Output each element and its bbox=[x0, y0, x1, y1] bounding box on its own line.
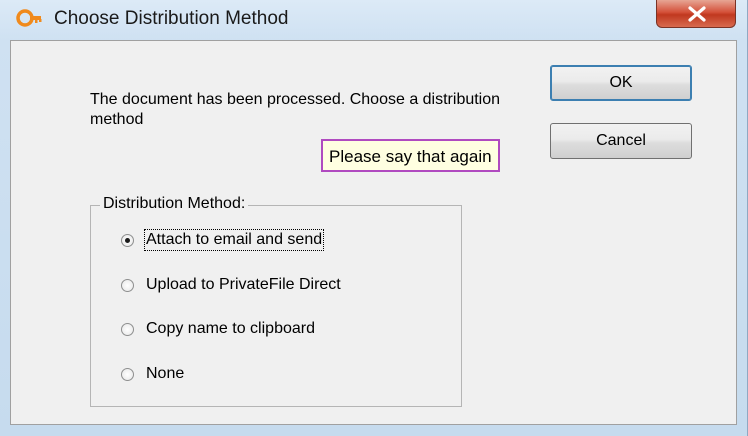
close-button[interactable] bbox=[656, 0, 736, 28]
radio-button[interactable] bbox=[121, 367, 134, 381]
title-bar[interactable]: Choose Distribution Method bbox=[0, 0, 748, 42]
radio-label: Attach to email and send bbox=[143, 229, 325, 251]
speech-tooltip: Please say that again bbox=[321, 139, 500, 172]
radio-label: Copy name to clipboard bbox=[146, 320, 315, 337]
radio-button[interactable] bbox=[121, 278, 134, 292]
radio-label: Upload to PrivateFile Direct bbox=[146, 276, 341, 293]
radio-label: None bbox=[146, 365, 185, 382]
option-copy-clipboard[interactable]: Copy name to clipboard bbox=[121, 318, 315, 340]
message-text: The document has been processed. Choose … bbox=[90, 91, 501, 128]
window-title: Choose Distribution Method bbox=[54, 8, 289, 29]
close-icon bbox=[688, 6, 706, 22]
dialog-window: Choose Distribution Method The document … bbox=[0, 0, 748, 436]
group-label: Distribution Method: bbox=[100, 195, 249, 213]
distribution-method-group: Distribution Method: Attach to email and… bbox=[90, 195, 462, 407]
radio-button[interactable] bbox=[121, 322, 134, 336]
key-icon bbox=[16, 7, 42, 29]
option-none[interactable]: None bbox=[121, 363, 184, 385]
ok-button[interactable]: OK bbox=[550, 65, 692, 101]
cancel-button[interactable]: Cancel bbox=[550, 123, 692, 159]
dialog-body: The document has been processed. Choose … bbox=[10, 40, 737, 425]
option-upload-privatefile[interactable]: Upload to PrivateFile Direct bbox=[121, 274, 341, 296]
radio-button[interactable] bbox=[121, 233, 134, 247]
option-attach-email[interactable]: Attach to email and send bbox=[121, 229, 325, 251]
